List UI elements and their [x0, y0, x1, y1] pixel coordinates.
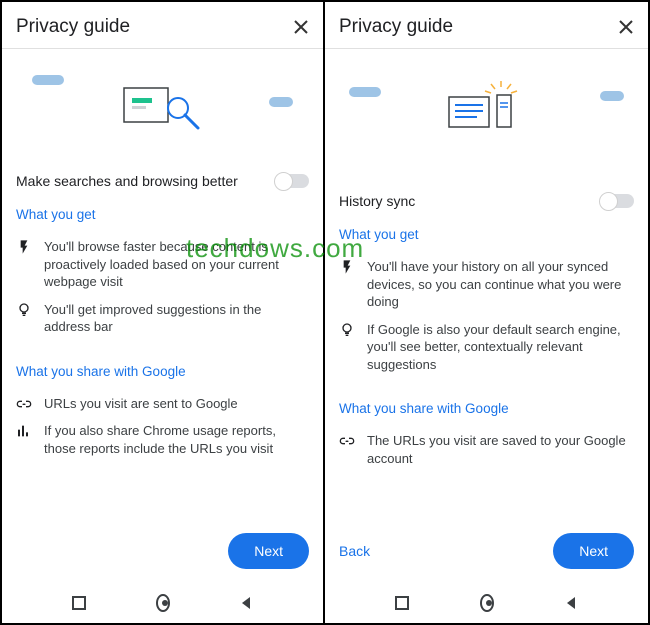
footer: Back Next: [325, 533, 648, 583]
list-item: URLs you visit are sent to Google: [44, 395, 238, 413]
footer: Next: [2, 533, 323, 583]
setting-row: History sync: [325, 193, 648, 209]
page-title: Privacy guide: [16, 16, 130, 38]
section-get-title: What you get: [325, 227, 648, 242]
hero-image: [325, 67, 648, 147]
bolt-icon: [339, 259, 355, 275]
page-title: Privacy guide: [339, 16, 453, 38]
next-button[interactable]: Next: [553, 533, 634, 569]
bulb-icon: [16, 302, 32, 318]
link-icon: [16, 396, 32, 412]
section-get-title: What you get: [2, 207, 323, 222]
pane-right: Privacy guide: [325, 0, 650, 625]
toggle-switch[interactable]: [275, 174, 309, 188]
header: Privacy guide: [325, 2, 648, 49]
bars-icon: [16, 423, 32, 439]
get-list: You'll browse faster because content is …: [2, 228, 323, 346]
bulb-icon: [339, 322, 355, 338]
header: Privacy guide: [2, 2, 323, 49]
back-button[interactable]: Back: [339, 543, 370, 559]
hero-image: [2, 67, 323, 147]
setting-label: History sync: [339, 193, 415, 209]
setting-row: Make searches and browsing better: [2, 173, 323, 189]
share-list: URLs you visit are sent to Google If you…: [2, 385, 323, 468]
nav-recents-icon[interactable]: [72, 596, 86, 610]
nav-home-icon[interactable]: [156, 596, 170, 610]
list-item: The URLs you visit are saved to your Goo…: [367, 432, 634, 467]
list-item: If you also share Chrome usage reports, …: [44, 422, 309, 457]
android-navbar: [2, 583, 323, 623]
list-item: You'll get improved suggestions in the a…: [44, 301, 309, 336]
nav-back-icon[interactable]: [239, 596, 253, 610]
nav-back-icon[interactable]: [564, 596, 578, 610]
nav-recents-icon[interactable]: [395, 596, 409, 610]
link-icon: [339, 433, 355, 449]
list-item: You'll have your history on all your syn…: [367, 258, 634, 311]
next-button[interactable]: Next: [228, 533, 309, 569]
list-item: If Google is also your default search en…: [367, 321, 634, 374]
close-icon[interactable]: [618, 19, 634, 35]
section-share-title: What you share with Google: [2, 364, 323, 379]
list-item: You'll browse faster because content is …: [44, 238, 309, 291]
toggle-switch[interactable]: [600, 194, 634, 208]
close-icon[interactable]: [293, 19, 309, 35]
nav-home-icon[interactable]: [480, 596, 494, 610]
bolt-icon: [16, 239, 32, 255]
setting-label: Make searches and browsing better: [16, 173, 238, 189]
pane-left: Privacy guide Make searches and browsing…: [0, 0, 325, 625]
get-list: You'll have your history on all your syn…: [325, 248, 648, 383]
android-navbar: [325, 583, 648, 623]
share-list: The URLs you visit are saved to your Goo…: [325, 422, 648, 477]
section-share-title: What you share with Google: [325, 401, 648, 416]
